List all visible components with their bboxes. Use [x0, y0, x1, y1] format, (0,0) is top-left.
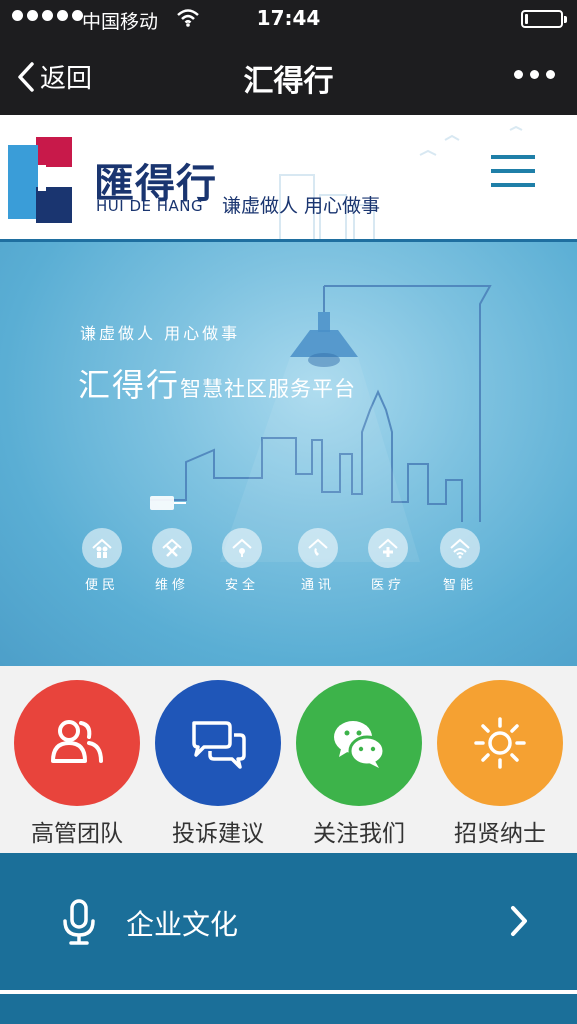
- quick-link-label: 招贤纳士: [454, 821, 546, 847]
- hero-banner: 谦虚做人 用心做事 汇得行智慧社区服务平台 便民 维修 安全 通讯 医疗 智能: [0, 242, 577, 666]
- service-label: 通讯: [300, 578, 335, 593]
- service-security: 安全: [212, 528, 272, 593]
- microphone-icon: [63, 899, 95, 945]
- quick-link-recruit[interactable]: 招贤纳士: [436, 680, 564, 848]
- service-repair: 维修: [142, 528, 202, 593]
- quick-link-team[interactable]: 高管团队: [13, 680, 141, 848]
- phone-icon: [308, 538, 328, 556]
- menu-item-corporate-culture[interactable]: 企业文化: [0, 853, 577, 990]
- banner-title-subtitle: 智慧社区服务平台: [180, 377, 357, 401]
- people-icon: [92, 538, 112, 558]
- quick-links: 高管团队 投诉建议 关注我们 招贤纳士: [0, 666, 577, 853]
- quick-link-follow[interactable]: 关注我们: [295, 680, 423, 848]
- chevron-right-icon: [511, 906, 527, 936]
- back-button[interactable]: 返回: [16, 58, 92, 95]
- menu-item-next[interactable]: [0, 994, 577, 1024]
- chevron-left-icon: [18, 61, 34, 92]
- service-label: 安全: [224, 578, 259, 593]
- logo-name-en: HUI DE HANG: [96, 197, 204, 215]
- medical-cross-icon: [378, 538, 398, 557]
- nav-bar: 返回 汇得行: [0, 38, 577, 115]
- site-header: 匯得行 HUI DE HANG 谦虚做人 用心做事: [0, 115, 577, 242]
- status-bar: 中国移动 17:44: [0, 0, 577, 38]
- battery-icon: [521, 10, 567, 28]
- carrier-name: 中国移动: [82, 11, 159, 33]
- quick-link-feedback[interactable]: 投诉建议: [154, 680, 282, 848]
- service-label: 便民: [84, 578, 119, 593]
- more-options-button[interactable]: [514, 70, 555, 79]
- header-slogan: 谦虚做人 用心做事: [222, 195, 381, 217]
- menu-item-label: 企业文化: [126, 908, 239, 941]
- chat-bubbles-icon: [192, 721, 246, 769]
- service-label: 医疗: [370, 578, 405, 593]
- signal-strength-icon: [12, 10, 83, 21]
- service-medical: 医疗: [358, 528, 418, 593]
- service-label: 维修: [154, 578, 189, 593]
- service-smart: 智能: [430, 528, 490, 593]
- quick-link-label: 高管团队: [31, 821, 123, 847]
- sun-icon: [474, 717, 526, 769]
- team-icon: [51, 720, 103, 763]
- quick-link-label: 投诉建议: [172, 821, 264, 847]
- wifi-icon: [450, 538, 470, 559]
- banner-slogan: 谦虚做人 用心做事: [80, 324, 241, 343]
- battery-level: [525, 14, 528, 24]
- service-convenience: 便民: [72, 528, 132, 593]
- service-communication: 通讯: [288, 528, 348, 593]
- banner-title: 汇得行智慧社区服务平台: [78, 360, 356, 406]
- wifi-icon: [176, 8, 200, 32]
- wechat-icon: [334, 721, 386, 768]
- tools-icon: [162, 538, 182, 557]
- service-label: 智能: [442, 578, 477, 593]
- company-logo: [8, 137, 72, 223]
- quick-link-label: 关注我们: [313, 821, 405, 847]
- banner-title-brand: 汇得行: [78, 366, 181, 404]
- menu-icon[interactable]: [491, 155, 535, 189]
- lock-icon: [232, 538, 252, 557]
- city-skyline-lamp-illustration: [150, 285, 492, 562]
- back-label: 返回: [40, 64, 93, 94]
